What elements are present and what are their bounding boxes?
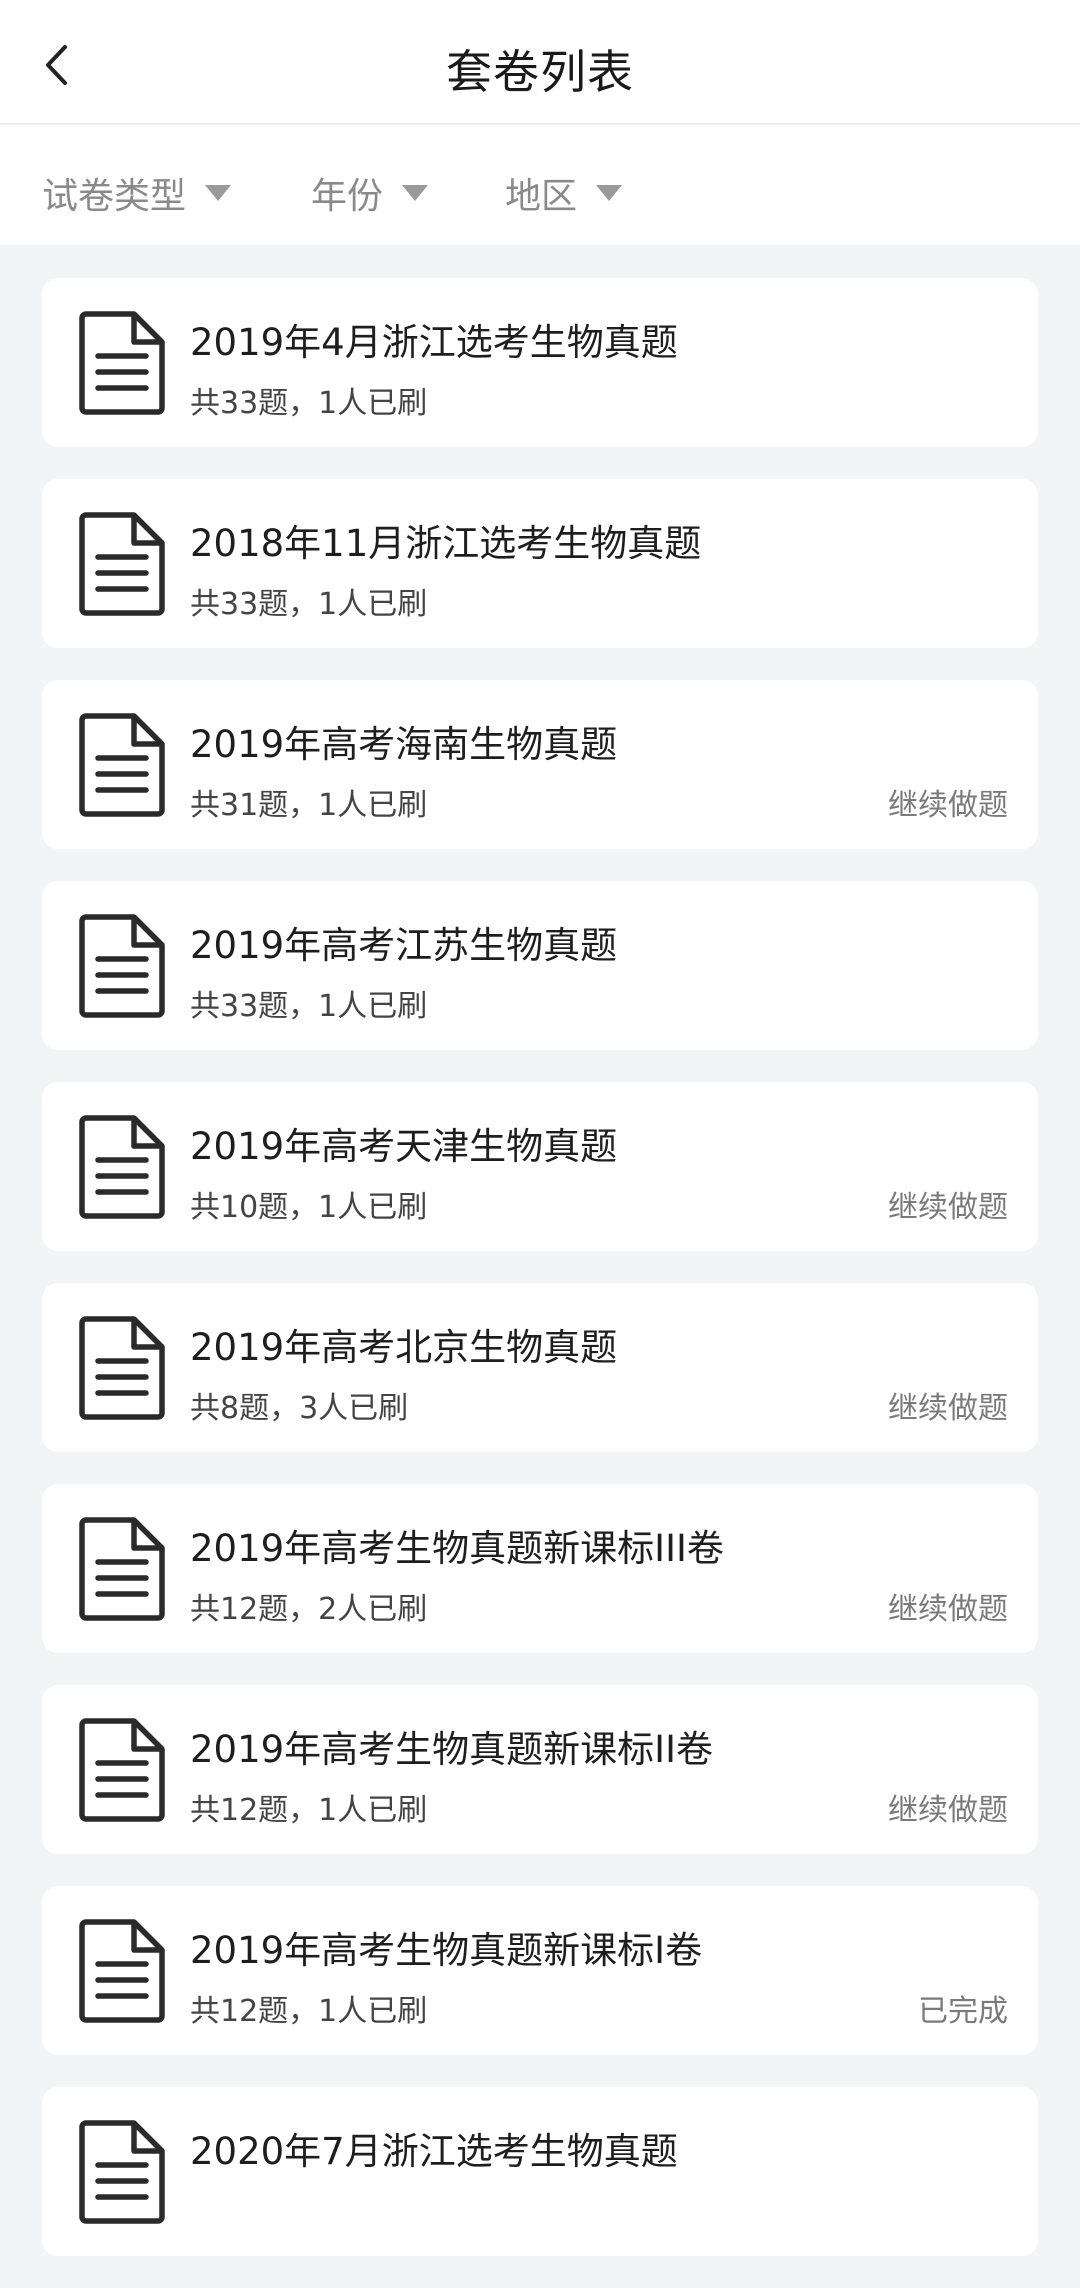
paper-title: 2019年高考生物真题新课标II卷 <box>190 1728 713 1771</box>
paper-meta: 共33题，1人已刷 <box>190 989 428 1024</box>
document-icon <box>76 1514 170 1622</box>
paper-meta: 共10题，1人已刷 <box>190 1190 428 1225</box>
document-icon <box>76 308 170 416</box>
paper-card[interactable]: 2019年高考生物真题新课标I卷共12题，1人已刷 已完成 <box>42 1886 1038 2055</box>
document-icon <box>76 1916 170 2024</box>
paper-card[interactable]: 2019年高考北京生物真题共8题，3人已刷 继续做题 <box>42 1283 1038 1452</box>
filter-label: 试卷类型 <box>42 176 187 217</box>
paper-card[interactable]: 2019年高考天津生物真题共10题，1人已刷 继续做题 <box>42 1082 1038 1251</box>
continue-button[interactable]: 继续做题 <box>888 780 1008 824</box>
document-icon <box>76 911 170 1019</box>
document-icon <box>76 1313 170 1421</box>
paper-meta: 共12题，1人已刷 <box>190 1994 428 2029</box>
paper-list: 2019年4月浙江选考生物真题 共33题，1人已刷 2018年11月浙江选考生物真题… <box>42 278 1038 2288</box>
filter-region[interactable]: 地区 <box>505 167 623 219</box>
document-icon <box>76 1112 170 1220</box>
paper-title: 2019年高考海南生物真题 <box>190 723 618 766</box>
paper-card[interactable]: 2019年高考生物真题新课标III卷共12题，2人已刷 继续做题 <box>42 1484 1038 1653</box>
paper-meta: 共31题，1人已刷 <box>190 788 428 823</box>
document-icon <box>76 1715 170 1823</box>
paper-title: 2019年高考生物真题新课标I卷 <box>190 1929 703 1972</box>
paper-meta: 共12题，1人已刷 <box>190 1793 428 1828</box>
paper-title: 2018年11月浙江选考生物真题 <box>190 522 702 565</box>
continue-button[interactable]: 继续做题 <box>888 1584 1008 1628</box>
paper-title: 2020年7月浙江选考生物真题 <box>190 2130 678 2173</box>
paper-card[interactable]: 2018年11月浙江选考生物真题共33题，1人已刷 <box>42 479 1038 648</box>
paper-title: 2019年4月浙江选考生物真题 <box>190 321 678 364</box>
paper-meta: 共12题，2人已刷 <box>190 1592 428 1627</box>
paper-title: 2019年高考天津生物真题 <box>190 1125 618 1168</box>
completed-label: 已完成 <box>918 1994 1008 2029</box>
document-icon <box>76 509 170 617</box>
document-icon <box>76 2117 170 2225</box>
paper-card[interactable]: 2019年高考生物真题新课标II卷共12题，1人已刷 继续做题 <box>42 1685 1038 1854</box>
filter-paper-type[interactable]: 试卷类型 <box>42 167 232 219</box>
paper-meta: 共33题，1人已刷 <box>190 386 428 421</box>
paper-card[interactable]: 2019年高考江苏生物真题共33题，1人已刷 <box>42 881 1038 1050</box>
filter-bar: 试卷类型 年份 地区 <box>0 125 1080 245</box>
continue-button[interactable]: 继续做题 <box>888 1785 1008 1829</box>
triangle-down-icon <box>595 184 623 202</box>
paper-title: 2019年高考生物真题新课标III卷 <box>190 1527 724 1570</box>
paper-meta: 共33题，1人已刷 <box>190 587 428 622</box>
document-icon <box>76 710 170 818</box>
filter-label: 年份 <box>311 176 384 217</box>
triangle-down-icon <box>401 184 429 202</box>
filter-label: 地区 <box>505 176 578 217</box>
paper-card[interactable]: 2019年高考海南生物真题共31题，1人已刷 继续做题 <box>42 680 1038 849</box>
filter-year[interactable]: 年份 <box>311 167 429 219</box>
paper-card[interactable]: 2020年7月浙江选考生物真题 <box>42 2087 1038 2256</box>
continue-button[interactable]: 继续做题 <box>888 1383 1008 1427</box>
paper-title: 2019年高考江苏生物真题 <box>190 924 618 967</box>
page-title: 套卷列表 <box>446 45 634 99</box>
top-bar: 套卷列表 <box>0 0 1080 124</box>
paper-card[interactable]: 2019年4月浙江选考生物真题共33题，1人已刷 <box>42 278 1038 447</box>
triangle-down-icon <box>204 184 232 202</box>
paper-title: 2019年高考北京生物真题 <box>190 1326 618 1369</box>
paper-meta: 共8题，3人已刷 <box>190 1391 409 1426</box>
continue-button[interactable]: 继续做题 <box>888 1182 1008 1226</box>
